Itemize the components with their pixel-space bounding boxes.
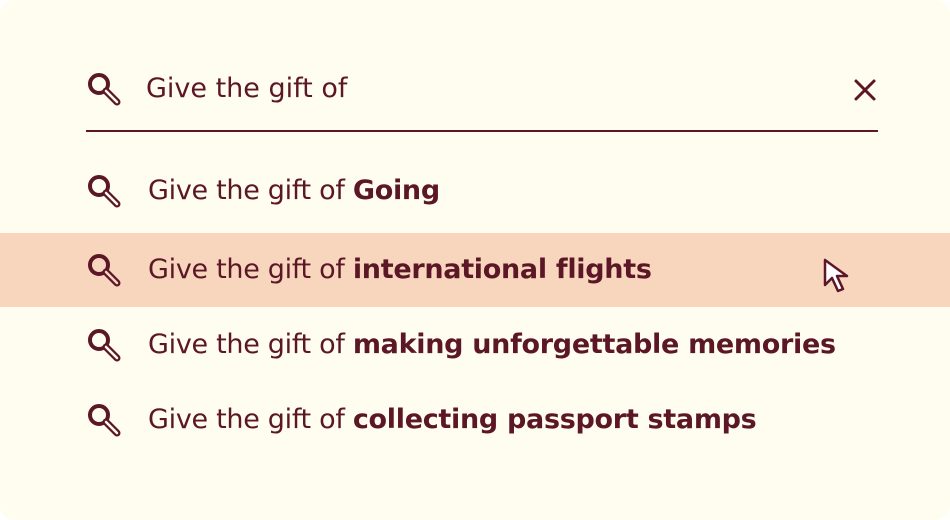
- search-icon: [88, 73, 121, 106]
- suggestion-text: Give the gift of Going: [148, 172, 440, 210]
- suggestion-prefix: Give the gift of: [148, 254, 353, 285]
- mouse-pointer-icon: [823, 258, 849, 293]
- suggestion-item[interactable]: Give the gift of Going: [0, 154, 950, 228]
- search-icon: [88, 254, 121, 287]
- search-icon: [88, 175, 121, 208]
- close-icon[interactable]: [852, 77, 878, 103]
- suggestion-text: Give the gift of international flights: [148, 251, 652, 289]
- suggestion-item-highlighted[interactable]: Give the gift of international flights: [0, 233, 950, 307]
- suggestion-completion: making unforgettable memories: [352, 329, 836, 360]
- suggestion-text: Give the gift of making unforgettable me…: [148, 326, 836, 364]
- suggestion-prefix: Give the gift of: [148, 175, 353, 206]
- suggestion-prefix: Give the gift of: [148, 404, 353, 435]
- search-icon: [88, 329, 121, 362]
- suggestion-prefix: Give the gift of: [148, 329, 353, 360]
- suggestion-completion: Going: [352, 175, 440, 206]
- suggestion-item[interactable]: Give the gift of making unforgettable me…: [0, 308, 950, 382]
- suggestion-text: Give the gift of collecting passport sta…: [148, 401, 757, 439]
- search-autocomplete-card: Give the gift of Going Give the gift of …: [0, 0, 950, 520]
- suggestion-completion: international flights: [352, 254, 652, 285]
- suggestion-completion: collecting passport stamps: [352, 404, 757, 435]
- search-icon: [88, 404, 121, 437]
- search-bar: [86, 58, 878, 132]
- suggestion-item[interactable]: Give the gift of collecting passport sta…: [0, 383, 950, 457]
- search-input[interactable]: [146, 68, 806, 108]
